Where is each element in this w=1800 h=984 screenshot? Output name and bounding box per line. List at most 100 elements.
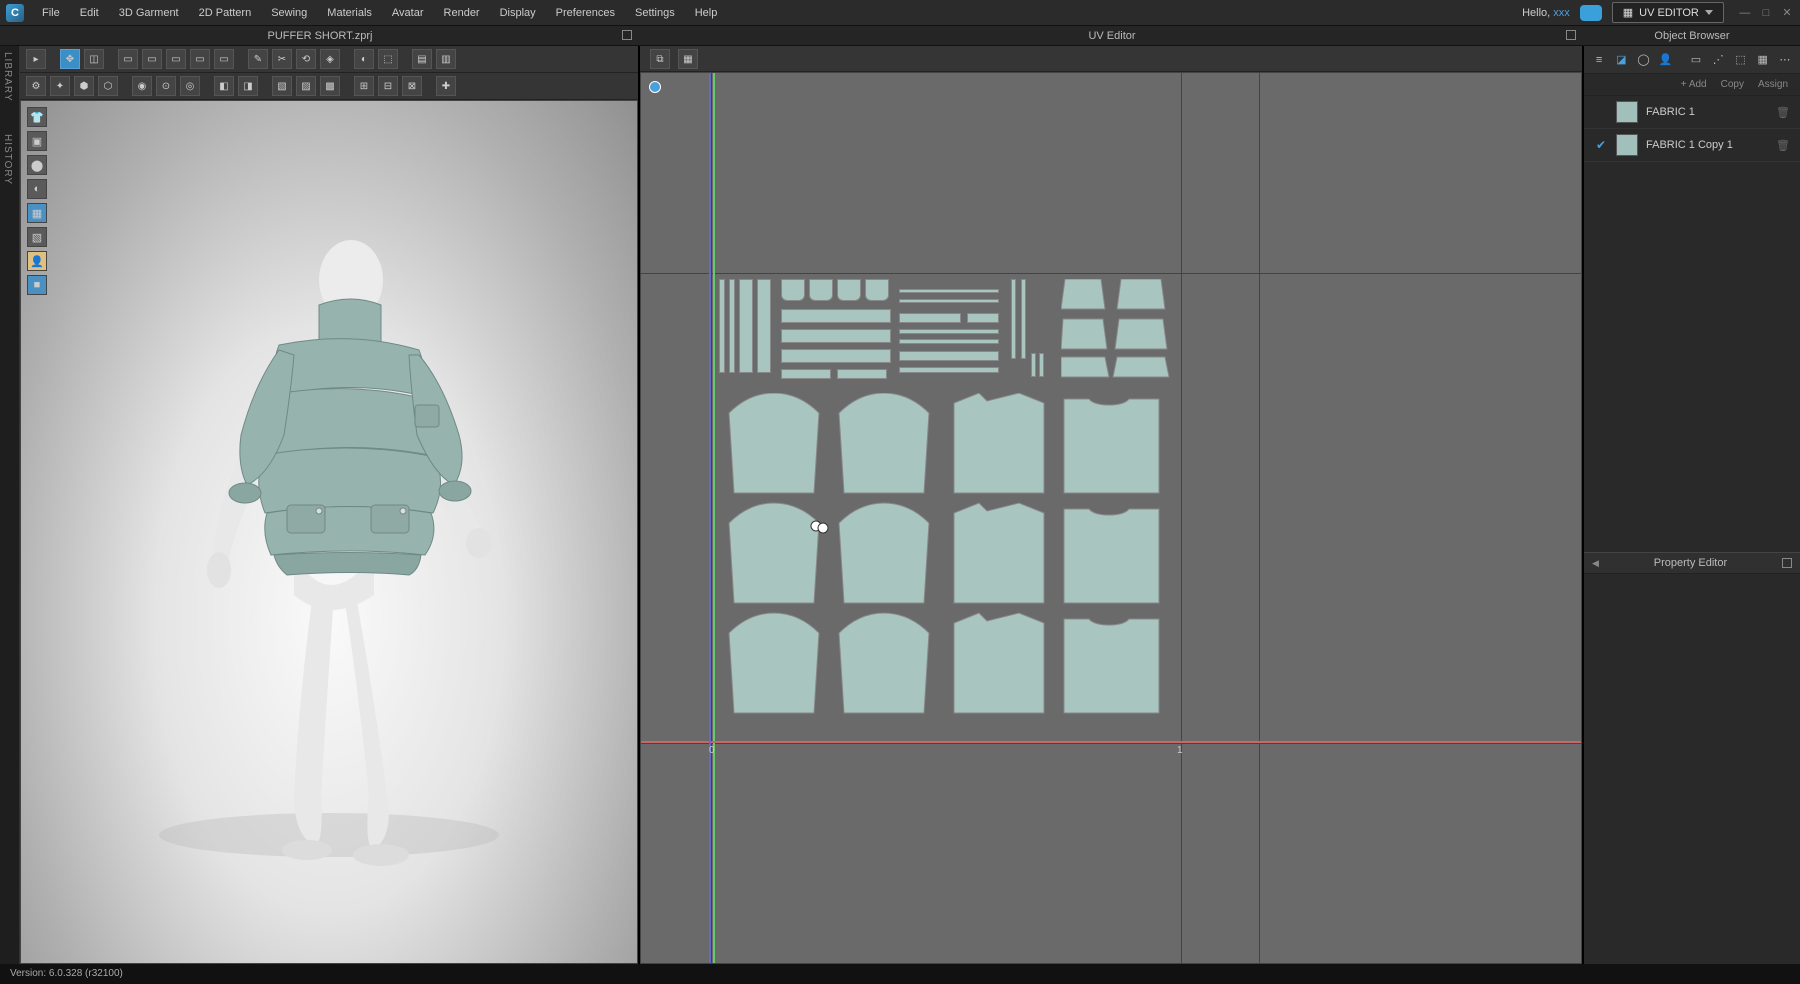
uv-pattern-piece[interactable] (1039, 353, 1044, 377)
tool-icon[interactable]: ⚙ (26, 76, 46, 96)
viewport-icon[interactable]: 👕 (27, 107, 47, 127)
viewport-icon[interactable]: 👤 (27, 251, 47, 271)
viewport-icon[interactable]: ▣ (27, 131, 47, 151)
avatar-icon[interactable]: 👤 (1659, 50, 1673, 70)
menu-settings[interactable]: Settings (625, 2, 685, 24)
uv-pattern-piece[interactable] (1031, 353, 1036, 377)
viewport-icon[interactable]: ▦ (27, 203, 47, 223)
assign-button[interactable]: Assign (1758, 79, 1788, 90)
file-tab[interactable]: PUFFER SHORT.zprj (0, 26, 640, 45)
uv-pattern-piece[interactable] (899, 367, 999, 373)
menu-avatar[interactable]: Avatar (382, 2, 434, 24)
tool-icon[interactable]: ▭ (166, 49, 186, 69)
tool-icon[interactable]: ▧ (272, 76, 292, 96)
uv-origin-marker[interactable] (649, 81, 661, 93)
uv-pattern-piece[interactable] (781, 279, 805, 301)
cloud-sync-icon[interactable] (1580, 5, 1602, 21)
uv-pattern-piece[interactable] (757, 279, 771, 373)
uv-pattern-piece[interactable] (1011, 279, 1016, 359)
undock-icon[interactable] (622, 30, 632, 40)
menu-sewing[interactable]: Sewing (261, 2, 317, 24)
viewport-icon[interactable]: ■ (27, 275, 47, 295)
uv-pattern-piece[interactable] (899, 289, 999, 293)
menu-edit[interactable]: Edit (70, 2, 109, 24)
uv-pattern-piece[interactable] (729, 279, 735, 373)
tool-icon[interactable]: ▭ (118, 49, 138, 69)
workspace-mode-selector[interactable]: ▦ UV EDITOR (1612, 2, 1724, 23)
uv-pattern-piece[interactable] (781, 309, 891, 323)
topstitch-icon[interactable]: ⋰ (1711, 50, 1725, 70)
uv-pattern-piece[interactable] (837, 369, 887, 379)
more-icon[interactable]: ⋯ (1778, 50, 1792, 70)
uv-pattern-piece[interactable] (967, 313, 999, 323)
library-sidebar[interactable]: LIBRARY HISTORY (0, 46, 20, 964)
tool-icon[interactable]: ◉ (132, 76, 152, 96)
fabric-swatch[interactable] (1616, 134, 1638, 156)
tool-icon[interactable]: ✎ (248, 49, 268, 69)
uv-editor-tab[interactable]: UV Editor (640, 26, 1584, 45)
texture-icon[interactable]: ▦ (1756, 50, 1770, 70)
button-icon[interactable]: ◯ (1636, 50, 1650, 70)
tool-icon[interactable]: ⊙ (156, 76, 176, 96)
tool-icon[interactable]: ✂ (272, 49, 292, 69)
viewport-icon[interactable]: ▧ (27, 227, 47, 247)
tool-icon[interactable]: ◨ (238, 76, 258, 96)
menu-materials[interactable]: Materials (317, 2, 382, 24)
snapshot-3d-icon[interactable]: ⧉ (650, 49, 670, 69)
uv-pattern-piece[interactable] (899, 351, 999, 361)
uv-pattern-piece[interactable] (837, 279, 861, 301)
fabric-row[interactable]: FABRIC 1 🗑 (1584, 96, 1800, 129)
copy-button[interactable]: Copy (1721, 79, 1744, 90)
undock-icon[interactable] (1566, 30, 1576, 40)
chevron-left-icon[interactable]: ◀ (1592, 558, 1599, 569)
tool-icon[interactable]: ◈ (320, 49, 340, 69)
fabric-row[interactable]: ✔ FABRIC 1 Copy 1 🗑 (1584, 129, 1800, 162)
tool-icon[interactable]: ✚ (436, 76, 456, 96)
menu-display[interactable]: Display (490, 2, 546, 24)
gizmo-tool-icon[interactable]: ◫ (84, 49, 104, 69)
viewport-3d[interactable]: 👕 ▣ ⬤ ◐ ▦ ▧ 👤 ■ (20, 100, 638, 964)
tool-icon[interactable]: ⊞ (354, 76, 374, 96)
uv-pattern-piece[interactable] (1061, 279, 1171, 379)
menu-3d-garment[interactable]: 3D Garment (109, 2, 189, 24)
tool-icon[interactable]: ◐ (354, 49, 374, 69)
uv-pattern-piece[interactable] (781, 369, 831, 379)
uv-pattern-piece[interactable] (899, 299, 999, 303)
viewport-icon[interactable]: ◐ (27, 179, 47, 199)
undock-icon[interactable] (1782, 558, 1792, 568)
fabric-swatch[interactable] (1616, 101, 1638, 123)
menu-preferences[interactable]: Preferences (546, 2, 625, 24)
tool-icon[interactable]: ▥ (436, 49, 456, 69)
uv-pattern-piece[interactable] (899, 339, 999, 344)
uv-pattern-piece[interactable] (739, 279, 753, 373)
menu-file[interactable]: File (32, 2, 70, 24)
tool-icon[interactable]: ⬡ (98, 76, 118, 96)
uv-pattern-piece[interactable] (899, 313, 961, 323)
minimize-icon[interactable]: — (1738, 7, 1752, 19)
tool-icon[interactable]: ⊠ (402, 76, 422, 96)
tool-icon[interactable]: ▭ (142, 49, 162, 69)
tool-icon[interactable]: ✦ (50, 76, 70, 96)
tool-icon[interactable]: ▭ (190, 49, 210, 69)
tool-icon[interactable]: ◧ (214, 76, 234, 96)
uv-pattern-piece[interactable] (865, 279, 889, 301)
uv-pattern-piece[interactable] (809, 279, 833, 301)
scene-icon[interactable]: ▭ (1689, 50, 1703, 70)
move-tool-icon[interactable]: ✥ (60, 49, 80, 69)
checkmark-icon[interactable]: ✔ (1594, 138, 1608, 152)
tool-icon[interactable]: ⬚ (378, 49, 398, 69)
uv-pattern-piece[interactable] (719, 279, 725, 373)
uv-pattern-piece[interactable] (781, 329, 891, 343)
property-editor-header[interactable]: ◀ Property Editor (1584, 552, 1800, 574)
uv-pattern-piece[interactable] (781, 349, 891, 363)
delete-icon[interactable]: 🗑 (1776, 139, 1790, 152)
uv-pattern-piece[interactable] (1021, 279, 1026, 359)
menu-help[interactable]: Help (685, 2, 728, 24)
tool-icon[interactable]: ⬢ (74, 76, 94, 96)
close-icon[interactable]: ✕ (1780, 6, 1794, 19)
uv-pattern-panels[interactable] (719, 393, 1179, 743)
misc-icon[interactable]: ⬚ (1733, 50, 1747, 70)
list-icon[interactable]: ≡ (1592, 50, 1606, 70)
select-tool-icon[interactable]: ▸ (26, 49, 46, 69)
viewport-icon[interactable]: ⬤ (27, 155, 47, 175)
